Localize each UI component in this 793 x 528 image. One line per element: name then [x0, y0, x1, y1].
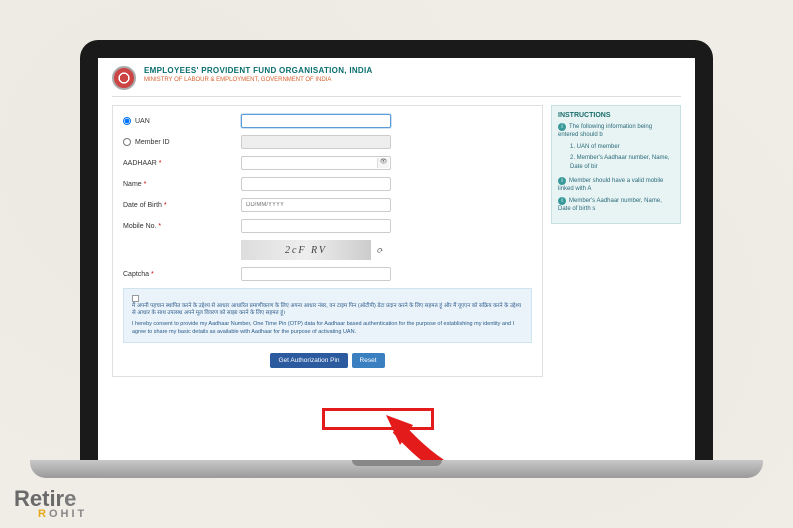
reset-button[interactable]: Reset — [352, 353, 385, 368]
consent-text-hindi: मैं अपनी पहचान स्थापित करने के उद्देश्य … — [132, 303, 523, 318]
eye-icon[interactable]: 👁 — [377, 158, 389, 168]
uan-input[interactable] — [241, 114, 391, 128]
page-header: EMPLOYEES' PROVIDENT FUND ORGANISATION, … — [112, 66, 681, 97]
screen: EMPLOYEES' PROVIDENT FUND ORGANISATION, … — [98, 58, 695, 468]
dob-input[interactable] — [241, 198, 391, 212]
watermark: Retire ROHIT — [14, 486, 87, 520]
captcha-image: 2cF RV ⟳ — [241, 240, 371, 260]
info-icon: i — [558, 123, 566, 131]
captcha-label: Captcha — [123, 271, 149, 278]
org-title: EMPLOYEES' PROVIDENT FUND ORGANISATION, … — [144, 66, 373, 75]
laptop-base — [30, 460, 763, 478]
mobile-input[interactable] — [241, 219, 391, 233]
dob-label: Date of Birth — [123, 202, 162, 209]
aadhaar-input[interactable] — [241, 156, 391, 170]
member-id-label: Member ID — [135, 139, 170, 146]
org-subtitle: MINISTRY OF LABOUR & EMPLOYMENT, GOVERNM… — [144, 77, 373, 83]
consent-text-english: I hereby consent to provide my Aadhaar N… — [132, 321, 514, 335]
get-authorization-pin-button[interactable]: Get Authorization Pin — [270, 353, 347, 368]
captcha-input[interactable] — [241, 267, 391, 281]
info-icon: i — [558, 197, 566, 205]
member-id-input — [241, 135, 391, 149]
info-icon: i — [558, 177, 566, 185]
laptop-frame: EMPLOYEES' PROVIDENT FUND ORGANISATION, … — [80, 40, 713, 468]
instructions-sidebar: INSTRUCTIONS iThe following information … — [551, 105, 681, 377]
consent-checkbox[interactable] — [132, 295, 139, 302]
consent-box: मैं अपनी पहचान स्थापित करने के उद्देश्य … — [123, 288, 532, 343]
refresh-icon[interactable]: ⟳ — [376, 246, 385, 255]
name-input[interactable] — [241, 177, 391, 191]
mobile-label: Mobile No. — [123, 223, 156, 230]
laptop-notch — [352, 460, 442, 466]
member-id-radio[interactable] — [123, 138, 131, 146]
uan-radio[interactable] — [123, 117, 131, 125]
instructions-title: INSTRUCTIONS — [558, 112, 674, 119]
form-panel: UAN Member ID AADHAAR * — [112, 105, 543, 377]
uan-label: UAN — [135, 118, 150, 125]
name-label: Name — [123, 181, 142, 188]
epfo-logo-icon — [112, 66, 136, 90]
highlight-annotation — [322, 408, 434, 430]
aadhaar-label: AADHAAR — [123, 160, 157, 167]
